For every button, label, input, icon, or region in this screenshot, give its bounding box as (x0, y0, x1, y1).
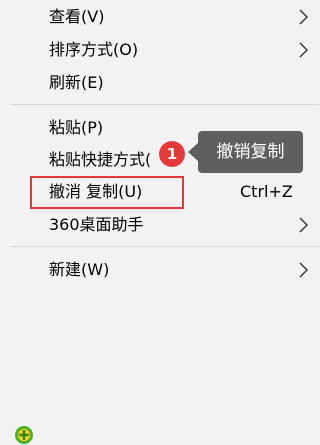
menu-item-sort-by[interactable]: 排序方式(O) (0, 35, 319, 65)
menu-item-paste-shortcut-label: 粘贴快捷方式( (49, 150, 152, 169)
menu-item-paste-label: 粘贴(P) (49, 118, 104, 137)
menu-item-360-assistant-label: 360桌面助手 (49, 215, 144, 234)
menu-item-new-label: 新建(W) (49, 260, 110, 279)
chevron-right-icon (299, 217, 308, 233)
menu-separator (10, 246, 319, 247)
menu-item-refresh-label: 刷新(E) (49, 73, 104, 92)
360-assistant-icon (15, 426, 33, 444)
tooltip-tail (188, 143, 198, 161)
menu-separator (10, 104, 319, 105)
menu-item-new[interactable]: 新建(W) (0, 255, 319, 285)
menu-item-undo-copy-shortcut: Ctrl+Z (240, 182, 293, 201)
chevron-right-icon (299, 9, 308, 25)
chevron-right-icon (299, 262, 308, 278)
tooltip: 撤销复制 (198, 131, 303, 173)
step-badge: 1 (159, 141, 185, 167)
menu-item-view[interactable]: 查看(V) (0, 2, 319, 32)
menu-item-view-label: 查看(V) (49, 7, 105, 26)
menu-item-sort-by-label: 排序方式(O) (49, 40, 139, 59)
menu-item-refresh[interactable]: 刷新(E) (0, 68, 319, 98)
chevron-right-icon (299, 42, 308, 58)
highlight-box (30, 176, 184, 209)
menu-item-360-assistant[interactable]: 360桌面助手 (0, 210, 319, 444)
